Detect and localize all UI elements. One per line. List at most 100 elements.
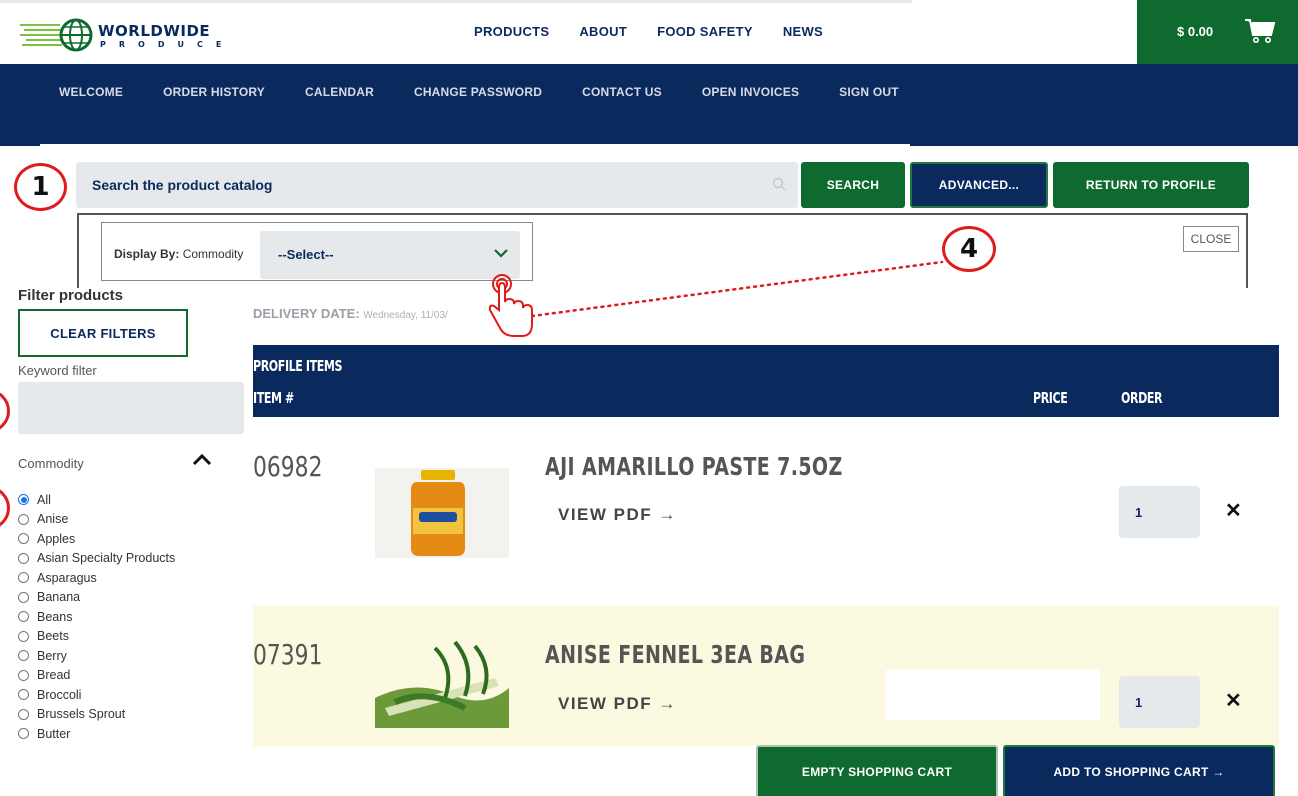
cart-summary[interactable]: $ 0.00 xyxy=(1137,0,1298,64)
brand-logo[interactable]: WORLDWIDE PRODUCE xyxy=(20,18,230,54)
commodity-option[interactable]: Berry xyxy=(18,646,175,666)
nav-open-invoices[interactable]: OPEN INVOICES xyxy=(702,85,799,99)
nav-products[interactable]: PRODUCTS xyxy=(474,24,549,39)
nav-sign-out[interactable]: SIGN OUT xyxy=(839,85,899,99)
radio[interactable] xyxy=(18,611,29,623)
view-pdf-link[interactable]: VIEW PDF → xyxy=(558,505,677,525)
fennel-image xyxy=(375,640,509,728)
commodity-option-label: All xyxy=(37,492,51,507)
commodity-option[interactable]: Beets xyxy=(18,627,175,647)
commodity-option-label: Apples xyxy=(37,531,76,546)
nav-food-safety[interactable]: FOOD SAFETY xyxy=(657,24,753,39)
commodity-option[interactable]: Asian Specialty Products xyxy=(18,549,175,569)
radio[interactable] xyxy=(18,650,29,662)
radio[interactable] xyxy=(18,669,29,681)
commodity-option-label: Broccoli xyxy=(37,687,82,702)
top-divider xyxy=(0,0,912,3)
commodity-option[interactable]: Banana xyxy=(18,588,175,608)
product-image xyxy=(375,638,509,728)
brand-subtitle: PRODUCE xyxy=(100,40,235,49)
search-button[interactable]: SEARCH xyxy=(801,162,905,208)
jar-image xyxy=(411,470,465,556)
table-row: 07391 ANISE FENNEL 3EA BAG VIEW PDF → ✕ xyxy=(253,606,1279,746)
advanced-search-button[interactable]: ADVANCED... xyxy=(910,162,1048,208)
item-note-input[interactable] xyxy=(886,670,1100,720)
table-row: 06982 AJI AMARILLO PASTE 7.5OZ VIEW PDF … xyxy=(253,418,1279,606)
display-by-group: Display By: Commodity --Select-- xyxy=(101,222,533,281)
order-quantity-input[interactable] xyxy=(1119,676,1200,728)
commodity-option[interactable]: Broccoli xyxy=(18,685,175,705)
nav-contact-us[interactable]: CONTACT US xyxy=(582,85,662,99)
return-to-profile-button[interactable]: RETURN TO PROFILE xyxy=(1053,162,1249,208)
commodity-option-label: Asian Specialty Products xyxy=(37,551,176,566)
commodity-option-label: Berry xyxy=(37,648,67,663)
commodity-option[interactable]: Asparagus xyxy=(18,568,175,588)
item-number: 07391 xyxy=(253,638,323,671)
account-nav: WELCOME ORDER HISTORY CALENDAR CHANGE PA… xyxy=(0,64,1298,146)
remove-item-icon[interactable]: ✕ xyxy=(1225,498,1242,523)
item-number: 06982 xyxy=(253,450,323,483)
radio[interactable] xyxy=(18,728,29,740)
nav-order-history[interactable]: ORDER HISTORY xyxy=(163,85,265,99)
close-panel-button[interactable]: CLOSE xyxy=(1183,226,1239,252)
radio[interactable] xyxy=(18,708,29,720)
commodity-option[interactable]: Anise xyxy=(18,510,175,530)
commodity-option-label: Banana xyxy=(37,590,81,605)
add-to-cart-button[interactable]: ADD TO SHOPPING CART → xyxy=(1003,745,1275,796)
keyword-filter-input[interactable] xyxy=(18,382,244,434)
radio[interactable] xyxy=(18,533,29,545)
radio-checked[interactable] xyxy=(18,494,29,506)
radio[interactable] xyxy=(18,552,29,564)
product-name: AJI AMARILLO PASTE 7.5OZ xyxy=(545,452,843,481)
filter-title: Filter products xyxy=(18,287,124,304)
nav-welcome[interactable]: WELCOME xyxy=(59,85,123,99)
empty-cart-button[interactable]: EMPTY SHOPPING CART xyxy=(756,745,998,796)
keyword-filter-label: Keyword filter xyxy=(18,363,97,378)
commodity-option-label: Butter xyxy=(37,726,71,741)
commodity-option-label: Brussels Sprout xyxy=(37,707,126,722)
top-header: WORLDWIDE PRODUCE PRODUCTS ABOUT FOOD SA… xyxy=(0,0,1298,68)
radio[interactable] xyxy=(18,630,29,642)
display-by-label: Display By: Commodity xyxy=(114,247,243,261)
annotation-marker-left-top xyxy=(0,389,10,433)
commodity-option-label: Anise xyxy=(37,512,69,527)
cart-total: $ 0.00 xyxy=(1177,24,1214,39)
view-pdf-link[interactable]: VIEW PDF → xyxy=(558,694,677,714)
product-name: ANISE FENNEL 3EA BAG xyxy=(545,640,806,669)
chevron-up-icon[interactable] xyxy=(192,452,212,466)
delivery-date-label: DELIVERY DATE: xyxy=(253,306,360,321)
commodity-option-label: Bread xyxy=(37,668,71,683)
remove-item-icon[interactable]: ✕ xyxy=(1225,688,1242,713)
shopping-cart-icon xyxy=(1245,19,1276,43)
table-title: PROFILE ITEMS xyxy=(253,357,343,375)
commodity-option-label: Beans xyxy=(37,609,73,624)
nav-news[interactable]: NEWS xyxy=(783,24,823,39)
delivery-date: DELIVERY DATE: Wednesday, 11/03/ xyxy=(253,306,448,321)
nav-about[interactable]: ABOUT xyxy=(579,24,627,39)
commodity-option[interactable]: All xyxy=(18,490,175,510)
order-quantity-input[interactable] xyxy=(1119,486,1200,538)
radio[interactable] xyxy=(18,591,29,603)
commodity-option[interactable]: Brussels Sprout xyxy=(18,705,175,725)
clear-filters-button[interactable]: CLEAR FILTERS xyxy=(18,309,188,357)
annotation-badge-1: 1 xyxy=(14,163,67,211)
nav-change-password[interactable]: CHANGE PASSWORD xyxy=(414,85,542,99)
delivery-date-value: Wednesday, 11/03/ xyxy=(363,310,448,321)
display-by-selected: --Select-- xyxy=(278,247,334,262)
annotation-badge-4: 4 xyxy=(942,226,996,272)
annotation-marker-left-bottom xyxy=(0,486,10,530)
product-image xyxy=(375,468,509,558)
radio[interactable] xyxy=(18,689,29,701)
column-order: ORDER xyxy=(1121,389,1163,407)
nav-calendar[interactable]: CALENDAR xyxy=(305,85,374,99)
radio[interactable] xyxy=(18,513,29,525)
display-by-value: Commodity xyxy=(182,247,244,261)
commodity-option[interactable]: Beans xyxy=(18,607,175,627)
radio[interactable] xyxy=(18,572,29,584)
nav-divider xyxy=(40,144,910,146)
catalog-search-input[interactable] xyxy=(76,162,798,208)
commodity-option[interactable]: Butter xyxy=(18,724,175,744)
commodity-option[interactable]: Bread xyxy=(18,666,175,686)
commodity-option[interactable]: Apples xyxy=(18,529,175,549)
profile-items-header: PROFILE ITEMS ITEM # PRICE ORDER xyxy=(253,345,1279,417)
